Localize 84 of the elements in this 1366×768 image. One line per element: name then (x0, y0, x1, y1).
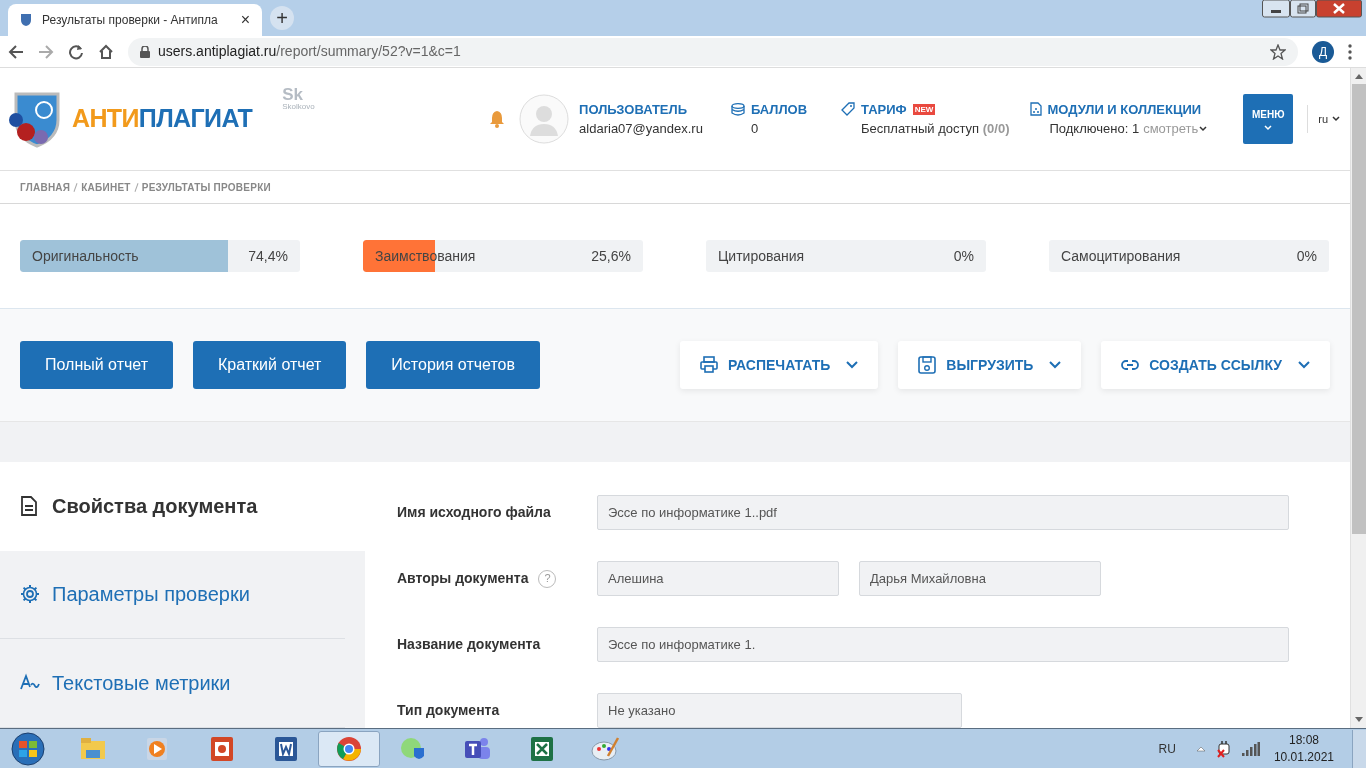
restore-icon[interactable] (1290, 0, 1316, 18)
sidebar-item[interactable]: Текстовые метрики (0, 639, 345, 728)
text-field[interactable]: Дарья Михайловна (859, 561, 1101, 596)
breadcrumb-link[interactable]: КАБИНЕТ (81, 179, 131, 195)
clock-time[interactable]: 18:08 (1288, 731, 1319, 749)
printer-icon (699, 356, 718, 374)
report-button[interactable]: История отчетов (366, 341, 540, 389)
tray-expand-icon[interactable] (1195, 745, 1206, 752)
user-email: aldaria07@yandex.ru (579, 120, 703, 138)
action-button[interactable]: СОЗДАТЬ ССЫЛКУ (1101, 341, 1330, 389)
keyboard-language[interactable]: RU (1158, 739, 1176, 758)
new-badge: NEW (912, 103, 936, 115)
chevron-down-icon (1049, 361, 1062, 369)
stat-value: 25,6% (591, 246, 631, 266)
stat-label: Цитирования (718, 246, 806, 266)
text-field[interactable]: Не указано (597, 693, 962, 728)
chevron-down-icon (1332, 116, 1340, 122)
action-button[interactable]: РАСПЕЧАТАТЬ (679, 341, 879, 389)
header-label[interactable]: МОДУЛИ И КОЛЛЕКЦИИ (1047, 99, 1202, 119)
minimize-icon[interactable] (1262, 0, 1290, 18)
tab-title: Результаты проверки - Антипла (42, 12, 219, 29)
start-button-icon[interactable] (8, 730, 48, 767)
new-tab-button[interactable]: + (270, 6, 294, 30)
url-path: /report/summary/52?v=1&c=1 (276, 43, 461, 59)
address-field[interactable]: users.antiplagiat.ru/report/summary/52?v=1&c=1 (128, 37, 1298, 66)
tag-icon (841, 102, 855, 117)
skolkovo-caption: Skolkovo (282, 103, 315, 111)
home-icon[interactable] (98, 43, 114, 60)
header-label[interactable]: ПОЛЬЗОВАТЕЛЬ (579, 99, 687, 119)
field-label: Имя исходного файла (397, 503, 551, 522)
coins-icon (730, 102, 745, 116)
gear-icon (20, 584, 40, 605)
breadcrumb-link[interactable]: ГЛАВНАЯ (20, 179, 71, 195)
lock-icon (140, 45, 150, 58)
modules-text: Подключено: 1 (1049, 120, 1140, 138)
menu-button[interactable]: МЕНЮ (1243, 94, 1294, 144)
action-button[interactable]: ВЫГРУЗИТЬ (898, 341, 1082, 389)
scroll-up-icon[interactable] (1353, 72, 1364, 80)
skolkovo-mark: Sk (282, 86, 305, 103)
logo-text-prefix: АНТИ (72, 104, 139, 133)
chevron-down-icon (1199, 125, 1208, 132)
tariff-text: Бесплатный доступ (0/0) (860, 120, 1010, 138)
chevron-down-icon (846, 361, 859, 369)
stat-value: 0% (1296, 246, 1317, 266)
field-label: Авторы документа (397, 569, 529, 588)
text-field[interactable]: Алешина (597, 561, 839, 596)
field-label: Тип документа (397, 701, 500, 720)
close-icon[interactable]: × (240, 8, 250, 32)
stat-label: Самоцитирования (1061, 246, 1182, 266)
reload-icon[interactable] (68, 43, 84, 60)
sidebar-item[interactable]: Параметры проверки (0, 550, 345, 640)
report-button[interactable]: Краткий отчет (193, 341, 347, 389)
power-plug-icon[interactable] (1215, 739, 1232, 758)
breadcrumb-link[interactable]: РЕЗУЛЬТАТЫ ПРОВЕРКИ (141, 179, 271, 195)
browser-tab[interactable]: Результаты проверки - Антипла × (8, 4, 262, 36)
url-host: users.antiplagiat.ru (158, 43, 277, 59)
chevron-down-icon (1298, 361, 1310, 369)
more-icon[interactable] (1348, 43, 1352, 60)
stat-label: Оригинальность (32, 246, 140, 266)
stat-value: 74,4% (248, 246, 288, 266)
chevron-down-icon (1264, 125, 1273, 131)
document-dots-icon (1029, 102, 1042, 117)
back-icon[interactable] (8, 43, 24, 60)
sidebar-item[interactable]: Свойства документа (0, 462, 365, 551)
scrollbar-thumb[interactable] (1351, 84, 1366, 534)
text-field[interactable]: Эссе по информатике 1..pdf (597, 495, 1289, 530)
view-link[interactable]: смотреть (1143, 119, 1199, 139)
header-label[interactable]: ТАРИФ (861, 99, 907, 119)
logo-text-main: ПЛАГИАТ (138, 104, 253, 133)
header-label[interactable]: БАЛЛОВ (750, 99, 807, 119)
points-value: 0 (749, 120, 760, 138)
shield-icon (20, 13, 32, 27)
scroll-down-icon[interactable] (1353, 716, 1364, 724)
report-button[interactable]: Полный отчет (20, 341, 173, 389)
star-icon[interactable] (1270, 43, 1286, 60)
document-icon (20, 496, 40, 517)
language-select[interactable]: ru (1307, 105, 1340, 133)
clock-date[interactable]: 10.01.2021 (1273, 748, 1334, 766)
close-window-icon[interactable] (1316, 0, 1362, 18)
text-field[interactable]: Эссе по информатике 1. (597, 627, 1289, 662)
stat-value: 0% (953, 246, 974, 266)
signal-bars-icon[interactable] (1241, 741, 1260, 756)
field-label: Название документа (397, 635, 541, 654)
profile-avatar[interactable]: Д (1312, 40, 1334, 63)
